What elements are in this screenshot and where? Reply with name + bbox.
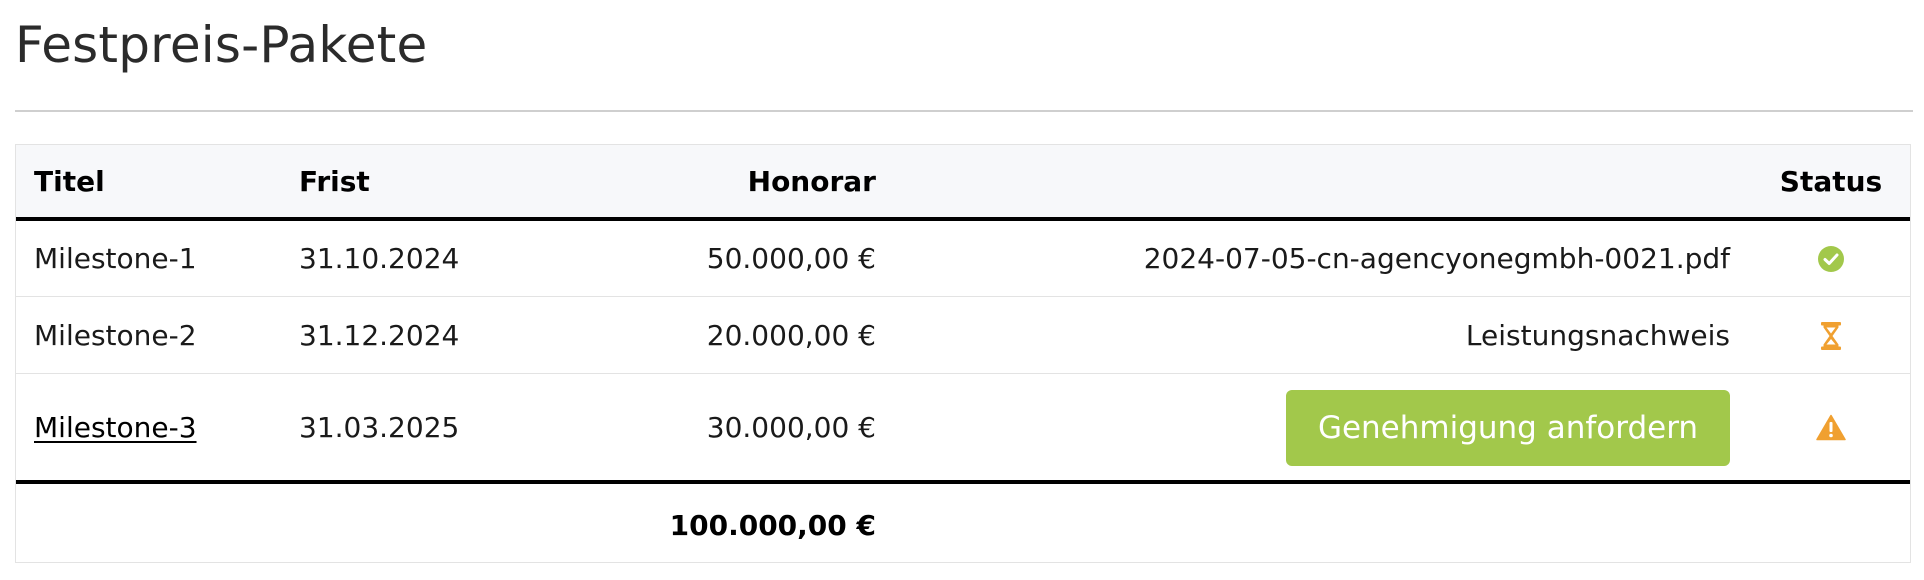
request-approval-button[interactable]: Genehmigung anfordern (1286, 389, 1730, 466)
table-row: Milestone-2 31.12.2024 20.000,00 € Leist… (16, 298, 1910, 374)
table-row: Milestone-3 31.03.2025 30.000,00 € Geneh… (16, 375, 1910, 484)
status-cell (1756, 221, 1906, 296)
header-document (916, 145, 1730, 217)
warning-icon (1816, 414, 1846, 441)
table-total-row: 100.000,00 € (16, 488, 1910, 562)
deadline: 31.10.2024 (299, 242, 460, 275)
milestone-title: Milestone-1 (34, 242, 197, 275)
fee: 50.000,00 € (706, 242, 876, 275)
header-status: Status (1779, 164, 1883, 198)
deadline: 31.12.2024 (299, 319, 460, 352)
deadline: 31.03.2025 (299, 411, 460, 444)
table-row: Milestone-1 31.10.2024 50.000,00 € 2024-… (16, 221, 1910, 297)
fee: 30.000,00 € (706, 411, 876, 444)
table-header-row: Titel Frist Honorar Status (16, 145, 1910, 221)
title-divider (15, 110, 1913, 112)
check-circle-icon (1817, 245, 1845, 273)
page-title: Festpreis-Pakete (15, 16, 428, 74)
fixed-price-packages-table: Titel Frist Honorar Status Milestone-1 3… (15, 144, 1911, 563)
hourglass-icon (1820, 321, 1842, 351)
milestone-3-link[interactable]: Milestone-3 (34, 411, 197, 444)
header-frist: Frist (299, 164, 370, 198)
action-cell: Genehmigung anfordern (916, 375, 1730, 480)
status-cell (1756, 298, 1906, 373)
header-honorar: Honorar (747, 164, 876, 198)
milestone-title: Milestone-3 (34, 375, 274, 480)
header-titel: Titel (34, 164, 105, 198)
status-cell (1756, 375, 1906, 480)
fee: 20.000,00 € (706, 319, 876, 352)
document-name: 2024-07-05-cn-agencyonegmbh-0021.pdf (1143, 242, 1730, 275)
total-fee: 100.000,00 € (669, 508, 876, 542)
document-name: Leistungsnachweis (1465, 319, 1730, 352)
milestone-title: Milestone-2 (34, 319, 197, 352)
